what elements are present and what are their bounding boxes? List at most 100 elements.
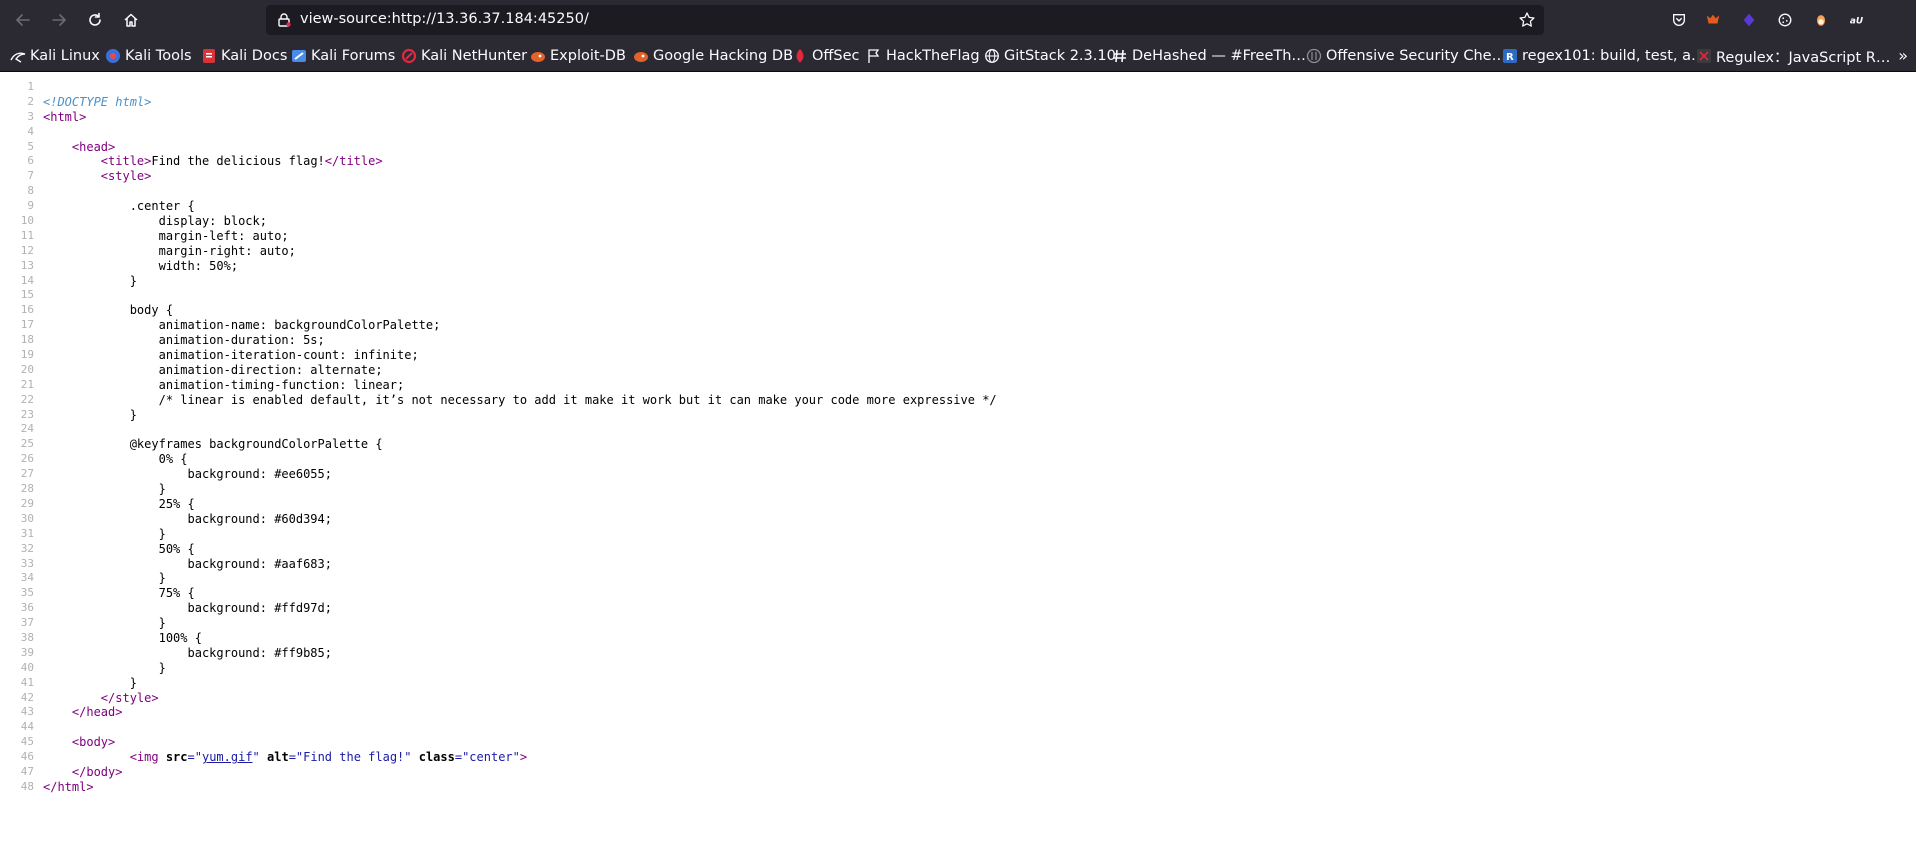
code-token: Find the delicious flag! <box>151 154 325 169</box>
code-token: } <box>43 660 166 675</box>
line-number: 36 <box>20 601 34 615</box>
bookmark-kali-docs[interactable]: Kali Docs <box>201 46 287 66</box>
source-line: 40 } <box>0 661 1916 676</box>
line-code: body { <box>43 303 173 318</box>
code-token: </title> <box>324 154 383 169</box>
offsec-icon <box>792 48 808 64</box>
line-number: 12 <box>20 243 34 257</box>
reload-icon <box>89 12 101 26</box>
source-line: 18 animation-duration: 5s; <box>0 333 1916 348</box>
bookmark-offsec-cheatsheet[interactable]: Offensive Security Che… <box>1306 46 1506 66</box>
line-code: <body> <box>43 735 115 750</box>
code-token: </head> <box>71 705 123 720</box>
code-token: display: block; <box>43 214 267 229</box>
source-line: 37 } <box>0 616 1916 631</box>
bookmark-kali-forums[interactable]: Kali Forums <box>291 46 395 66</box>
page-info-icon[interactable] <box>276 12 292 28</box>
line-number: 40 <box>20 660 34 674</box>
line-number: 11 <box>20 228 34 242</box>
source-line: 12 margin-right: auto; <box>0 244 1916 259</box>
url-text[interactable]: view-source:http://13.36.37.184:45250/ <box>300 11 589 27</box>
code-token: 75% { <box>43 586 195 601</box>
code-token: src <box>165 750 188 765</box>
line-number: 37 <box>20 616 34 630</box>
bookmark-regex101[interactable]: R regex101: build, test, a… <box>1502 46 1706 66</box>
forward-button[interactable] <box>41 4 77 36</box>
code-token: 0% { <box>43 452 188 467</box>
line-code: margin-left: auto; <box>43 229 289 244</box>
code-token: 50% { <box>43 541 195 556</box>
source-line: 48 </html> <box>0 780 1916 795</box>
cookie-editor-icon[interactable] <box>1776 11 1794 29</box>
bookmark-regulex[interactable]: Regulex：JavaScript R… <box>1696 46 1890 66</box>
kali-forums-icon <box>291 48 307 64</box>
line-code: <style> <box>43 169 152 184</box>
code-token: <title> <box>100 154 152 169</box>
line-number: 25 <box>20 437 34 451</box>
code-token: } <box>43 675 137 690</box>
bookmark-hacktheflag[interactable]: HackTheFlag <box>866 46 980 66</box>
bookmark-kali-linux[interactable]: Kali Linux <box>10 46 100 66</box>
line-number: 23 <box>20 407 34 421</box>
line-number: 24 <box>20 422 34 436</box>
bookmark-gitstack[interactable]: GitStack 2.3.10 <box>984 46 1116 66</box>
line-number: 28 <box>20 482 34 496</box>
source-line: 1 <box>0 80 1916 95</box>
line-number: 17 <box>20 318 34 332</box>
code-token: } <box>43 571 166 586</box>
foxyproxy-icon[interactable] <box>1704 11 1722 29</box>
pocket-icon[interactable] <box>1670 11 1688 29</box>
bookmark-offsec[interactable]: OffSec <box>792 46 860 66</box>
source-line: 35 75% { <box>0 586 1916 601</box>
reload-button[interactable] <box>77 4 113 36</box>
bookmark-kali-nethunter[interactable]: Kali NetHunter <box>401 46 527 66</box>
back-button[interactable] <box>5 4 41 36</box>
user-agent-switcher-icon[interactable]: aU <box>1848 11 1866 29</box>
url-bar[interactable]: view-source:http://13.36.37.184:45250/ <box>266 5 1544 35</box>
source-line: 39 background: #ff9b85; <box>0 646 1916 661</box>
line-number: 8 <box>27 184 34 198</box>
line-number: 19 <box>20 348 34 362</box>
code-token: </style> <box>100 690 159 705</box>
bookmark-exploit-db[interactable]: Exploit-DB <box>530 46 626 66</box>
source-link[interactable]: yum.gif <box>202 750 253 764</box>
bookmark-dehashed[interactable]: DeHashed — #FreeTh… <box>1112 46 1306 66</box>
code-token: } <box>43 482 166 497</box>
bookmarks-overflow-icon[interactable]: » <box>1898 46 1908 65</box>
wappalyzer-icon[interactable] <box>1740 11 1758 29</box>
code-token: 100% { <box>43 630 202 645</box>
line-number: 14 <box>20 273 34 287</box>
source-line: 26 0% { <box>0 452 1916 467</box>
source-line: 44 <box>0 720 1916 735</box>
code-token: <!DOCTYPE html> <box>43 94 152 109</box>
bookmark-google-hacking-db[interactable]: Google Hacking DB <box>633 46 793 66</box>
line-number: 26 <box>20 452 34 466</box>
line-code: <!DOCTYPE html> <box>43 95 151 110</box>
source-line: 21 animation-timing-function: linear; <box>0 378 1916 393</box>
extension-egg-icon[interactable] <box>1812 11 1830 29</box>
line-number: 41 <box>20 675 34 689</box>
code-token: 25% { <box>43 496 195 511</box>
bookmark-kali-tools[interactable]: Kali Tools <box>105 46 192 66</box>
source-line: 45 <body> <box>0 735 1916 750</box>
line-code: <img src="yum.gif" alt="Find the flag!" … <box>43 750 527 765</box>
kali-tools-icon <box>105 48 121 64</box>
line-code: margin-right: auto; <box>43 244 296 259</box>
line-code: </body> <box>43 765 123 780</box>
globe-icon <box>984 48 1000 64</box>
code-token: } <box>43 616 166 631</box>
source-line: 16 body { <box>0 303 1916 318</box>
code-token: background: #aaf683; <box>43 556 332 571</box>
line-number: 27 <box>20 467 34 481</box>
view-source-content: 1 2 <!DOCTYPE html> 3 <html> 4 5 <head> 6 <titl… <box>0 80 1916 795</box>
bookmark-star-icon[interactable] <box>1518 11 1536 29</box>
code-token: <img <box>129 750 166 765</box>
line-code: @keyframes backgroundColorPalette { <box>43 437 383 452</box>
code-token: background: #ee6055; <box>43 467 332 482</box>
kali-docs-icon <box>201 48 217 64</box>
source-line: 36 background: #ffd97d; <box>0 601 1916 616</box>
line-code: } <box>43 571 166 586</box>
home-button[interactable] <box>113 4 149 36</box>
